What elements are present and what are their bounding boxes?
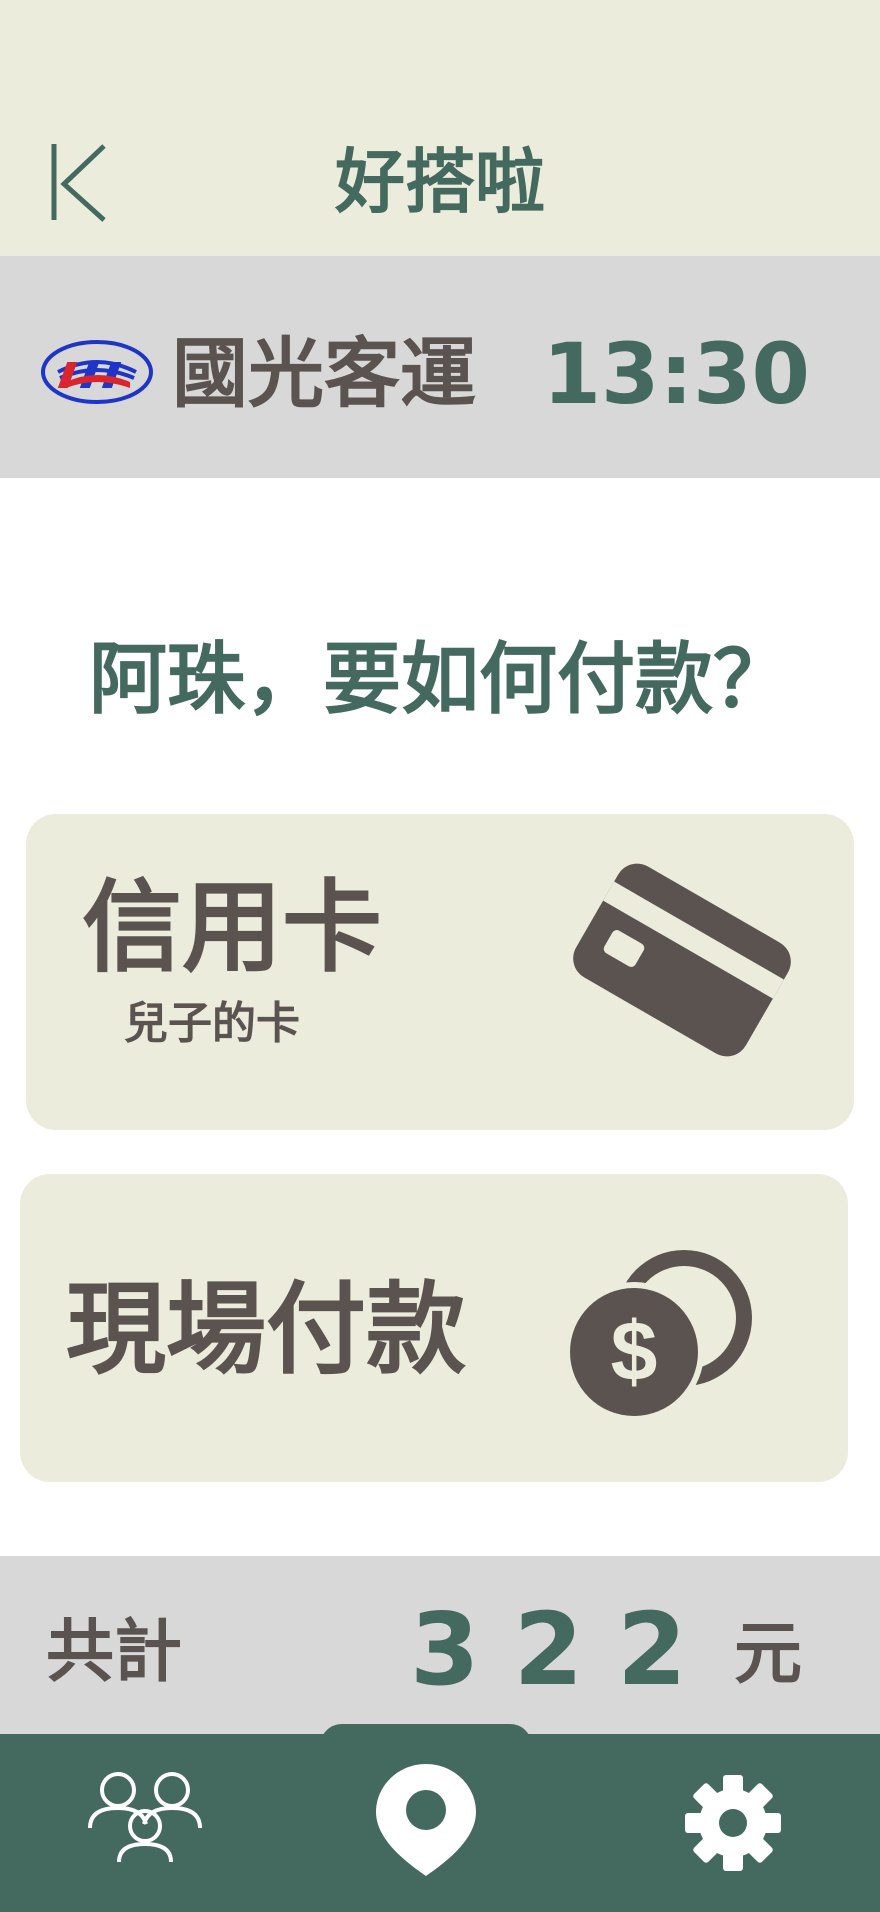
credit-card-option[interactable]: 信用卡 兒子的卡 xyxy=(26,814,854,1130)
credit-card-icon xyxy=(560,850,804,1070)
credit-card-sublabel: 兒子的卡 xyxy=(124,998,300,1049)
friends-icon xyxy=(88,1772,202,1863)
nav-friends-button[interactable] xyxy=(86,1768,204,1864)
kuo-kuang-logo xyxy=(40,338,154,406)
svg-text:$: $ xyxy=(611,1304,658,1398)
active-tab-indicator xyxy=(320,1724,532,1764)
credit-card-label: 信用卡 xyxy=(82,869,382,986)
total-label: 共計 xyxy=(46,1613,183,1692)
total-amount: 322 xyxy=(410,1591,721,1708)
operator-name: 國光客運 xyxy=(172,329,476,418)
departure-time: 13:30 xyxy=(542,325,810,423)
cash-payment-label: 現場付款 xyxy=(66,1271,466,1388)
app-title: 好搭啦 xyxy=(335,141,545,223)
coins-dollar-icon: $ xyxy=(568,1242,754,1418)
total-unit: 元 xyxy=(734,1615,803,1694)
location-pin-icon xyxy=(376,1764,476,1876)
payment-question: 阿珠，要如何付款？ xyxy=(88,635,791,725)
gear-icon xyxy=(685,1775,781,1871)
nav-settings-button[interactable] xyxy=(684,1774,782,1872)
cash-payment-option[interactable]: 現場付款 $ xyxy=(20,1174,848,1482)
nav-location-button[interactable] xyxy=(372,1760,480,1878)
